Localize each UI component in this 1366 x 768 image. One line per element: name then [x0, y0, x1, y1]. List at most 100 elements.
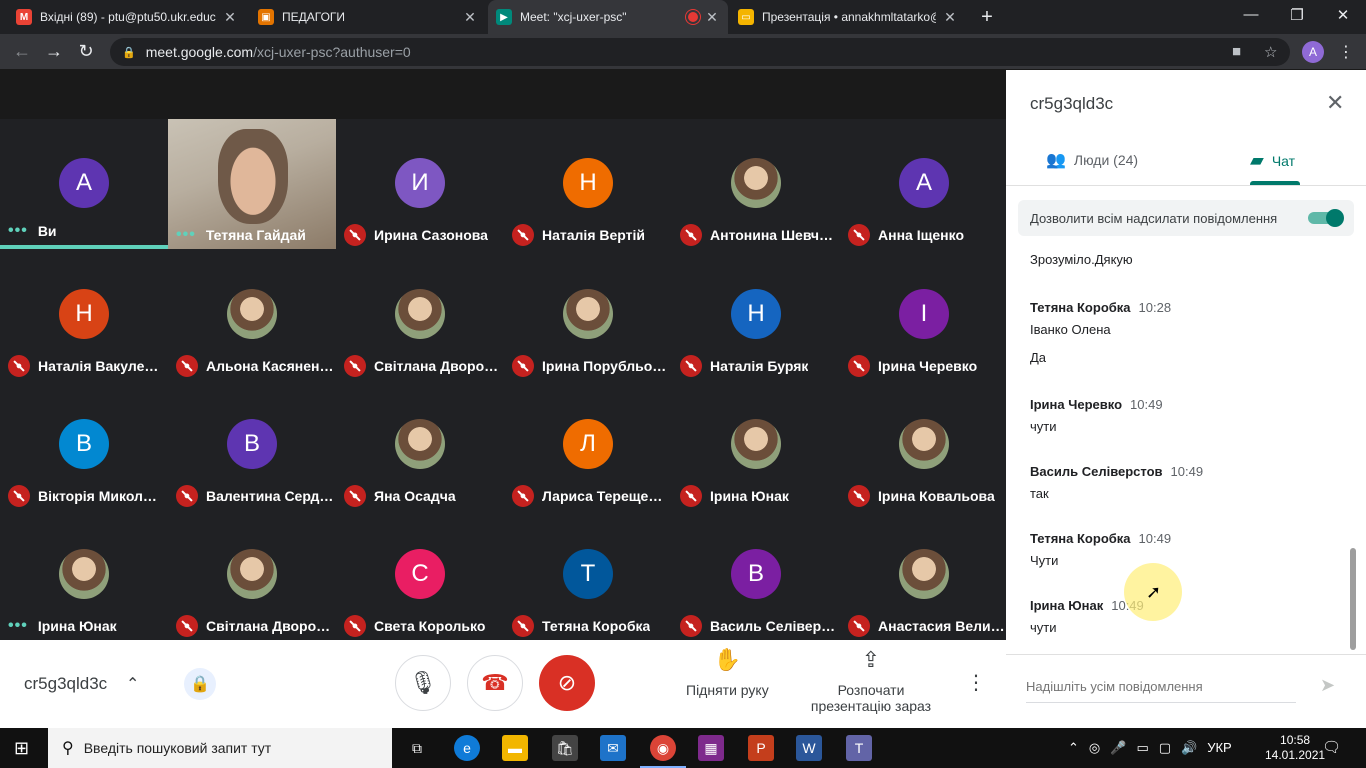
- participant-avatar: І: [899, 289, 949, 339]
- back-icon[interactable]: ←: [10, 41, 34, 62]
- leave-call-button[interactable]: ☎: [467, 655, 523, 711]
- participant-avatar: C: [395, 549, 445, 599]
- mic-off-icon: ●: [8, 355, 30, 377]
- participant-tile[interactable]: В ● Валентина Серд…: [168, 380, 336, 510]
- restore-icon[interactable]: ❐: [1282, 6, 1312, 24]
- store-icon[interactable]: 🛍: [552, 735, 578, 761]
- present-now-button[interactable]: ⇪ Розпочати презентацію зараз: [810, 649, 932, 715]
- chevron-up-icon[interactable]: ⌃: [126, 674, 139, 694]
- close-tab-icon[interactable]: ✕: [942, 9, 958, 26]
- tab-slides[interactable]: ▭ Презентація • annakhmltatarko@ ✕: [730, 0, 966, 34]
- tab-classroom[interactable]: ▣ ПЕДАГОГИ ✕: [250, 0, 486, 34]
- mail-icon[interactable]: ✉: [600, 735, 626, 761]
- chrome-icon[interactable]: ◉: [640, 735, 686, 768]
- participant-avatar: A: [899, 158, 949, 208]
- camera-blocked-icon[interactable]: ■: [1232, 43, 1241, 60]
- participant-tile[interactable]: ● Анастасия Вели…: [840, 510, 1008, 640]
- chat-scrollbar[interactable]: [1350, 548, 1356, 650]
- participant-name: Яна Осадча: [374, 488, 456, 504]
- participant-tile[interactable]: ● Антонина Шевч…: [672, 119, 840, 249]
- participant-tile[interactable]: В ● Василь Селівер…: [672, 510, 840, 640]
- participant-tile[interactable]: A ● Анна Іщенко: [840, 119, 1008, 249]
- bookmark-star-icon[interactable]: ☆: [1264, 43, 1277, 61]
- participant-tile[interactable]: В ● Вікторія Микол…: [0, 380, 168, 510]
- chevron-up-icon[interactable]: ⌃: [1068, 740, 1079, 756]
- profile-avatar[interactable]: A: [1302, 41, 1324, 63]
- battery-icon[interactable]: ▭: [1136, 740, 1148, 756]
- meeting-code[interactable]: cr5g3qld3c: [24, 674, 107, 694]
- close-tab-icon[interactable]: ✕: [462, 9, 478, 26]
- participant-tile[interactable]: ● Світлана Дворо…: [168, 510, 336, 640]
- message-input[interactable]: [1026, 671, 1296, 703]
- edge-icon[interactable]: e: [454, 735, 480, 761]
- forward-icon[interactable]: →: [42, 41, 66, 62]
- participant-tile[interactable]: Л ● Лариса Терещe…: [504, 380, 672, 510]
- mic-off-icon: ●: [8, 485, 30, 507]
- powerpoint-icon[interactable]: P: [748, 735, 774, 761]
- language-indicator[interactable]: УКР: [1207, 740, 1232, 756]
- send-icon[interactable]: ➤: [1320, 675, 1335, 696]
- close-window-icon[interactable]: ✕: [1328, 6, 1358, 24]
- participant-tile[interactable]: ● Світлана Дворо…: [336, 250, 504, 380]
- participant-tile[interactable]: A ••• Ви: [0, 119, 168, 249]
- participant-tile[interactable]: ● Яна Осадча: [336, 380, 504, 510]
- participant-tile[interactable]: ● Ірина Ковальова: [840, 380, 1008, 510]
- microphone-tray-icon[interactable]: 🎤: [1110, 740, 1126, 756]
- participant-tile[interactable]: ••• Ірина Юнак: [0, 510, 168, 640]
- participant-tile[interactable]: ••• Тетяна Гайдай: [168, 119, 336, 249]
- close-tab-icon[interactable]: ✕: [704, 9, 720, 26]
- compose-area: ➤: [1006, 654, 1366, 728]
- chat-message-header: Ірина Черевко 10:49: [1030, 397, 1163, 412]
- close-panel-icon[interactable]: ✕: [1326, 90, 1344, 116]
- word-icon[interactable]: W: [796, 735, 822, 761]
- participant-avatar: [395, 419, 445, 469]
- participant-tile[interactable]: И ● Ирина Сазонова: [336, 119, 504, 249]
- network-icon[interactable]: ▢: [1159, 740, 1171, 756]
- microphone-button[interactable]: 🎙: [395, 655, 451, 711]
- participant-tile[interactable]: ● Ірина Юнак: [672, 380, 840, 510]
- tab-meet[interactable]: ▶ Meet: "xcj-uxer-psc" ✕: [488, 0, 728, 34]
- webcam-tray-icon[interactable]: ◎: [1089, 740, 1100, 756]
- participant-avatar: [731, 419, 781, 469]
- file-explorer-icon[interactable]: ▬: [502, 735, 528, 761]
- volume-icon[interactable]: 🔊: [1181, 740, 1197, 756]
- participant-tile[interactable]: Н ● Наталія Вакуле…: [0, 250, 168, 380]
- participant-name: Тетяна Коробка: [542, 618, 651, 634]
- windows-start-icon[interactable]: ⊞: [14, 738, 29, 759]
- participant-tile[interactable]: Н ● Наталія Буряк: [672, 250, 840, 380]
- participant-tile[interactable]: C ● Света Королько: [336, 510, 504, 640]
- task-view-icon[interactable]: ⧉: [404, 735, 430, 761]
- participant-name: Ирина Сазонова: [374, 227, 488, 243]
- allow-messages-toggle[interactable]: [1308, 209, 1344, 227]
- chat-message: Зрозуміло.Дякую: [1030, 252, 1133, 267]
- participant-tile[interactable]: T ● Тетяна Коробка: [504, 510, 672, 640]
- participant-tile[interactable]: І ● Ірина Черевко: [840, 250, 1008, 380]
- raise-hand-button[interactable]: ✋ Підняти руку: [686, 649, 769, 699]
- participant-tile[interactable]: ● Ірина Порубльо…: [504, 250, 672, 380]
- taskbar-search[interactable]: ⚲ Введіть пошуковий запит тут: [48, 728, 392, 768]
- chat-time: 10:49: [1138, 531, 1172, 546]
- minimize-icon[interactable]: —: [1236, 6, 1266, 23]
- notifications-icon[interactable]: 🗨: [1322, 738, 1341, 756]
- mic-off-icon: ●: [512, 224, 534, 246]
- participant-tile[interactable]: Н ● Наталія Вертій: [504, 119, 672, 249]
- chat-message: Василь Селіверстов 10:49 так: [1030, 464, 1203, 501]
- host-controls-shield-icon[interactable]: 🔒: [184, 668, 216, 700]
- browser-menu-icon[interactable]: ⋮: [1338, 42, 1354, 62]
- more-options-icon[interactable]: ⋮: [966, 670, 986, 695]
- tab-people[interactable]: 👥 Люди (24): [1046, 150, 1138, 170]
- reload-icon[interactable]: ↻: [74, 41, 98, 62]
- teams-icon[interactable]: T: [846, 735, 872, 761]
- chat-sender: Ірина Черевко: [1030, 397, 1123, 412]
- participant-tile[interactable]: ● Альона Касянен…: [168, 250, 336, 380]
- camera-off-button[interactable]: ⊘: [539, 655, 595, 711]
- clock[interactable]: 10:58 14.01.2021: [1265, 733, 1325, 763]
- participant-name-row: ● Ірина Ковальова: [848, 484, 1008, 508]
- url-field[interactable]: 🔒 meet.google.com /xcj-uxer-psc?authuser…: [110, 38, 1290, 66]
- new-tab-button[interactable]: +: [976, 6, 998, 29]
- close-tab-icon[interactable]: ✕: [222, 9, 238, 26]
- mic-off-icon: ●: [848, 615, 870, 637]
- winrar-icon[interactable]: ▦: [698, 735, 724, 761]
- tab-gmail[interactable]: M Вхідні (89) - ptu@ptu50.ukr.educ ✕: [8, 0, 246, 34]
- tab-chat[interactable]: ▰ Чат: [1250, 150, 1295, 171]
